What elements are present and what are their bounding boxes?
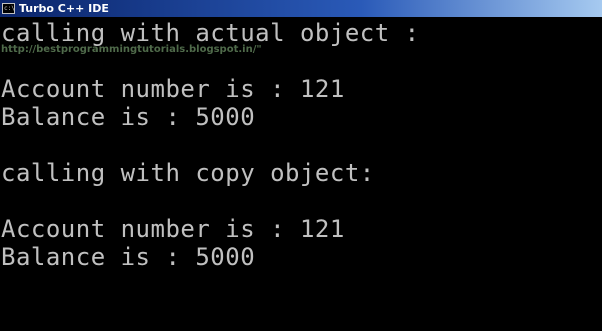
console-window: c:\ Turbo C++ IDE calling with actual ob…	[0, 0, 602, 331]
output-line-calling-copy: calling with copy object:	[1, 159, 375, 187]
output-line-account-2: Account number is : 121	[1, 215, 345, 243]
console-icon: c:\	[2, 3, 15, 14]
output-line-account-1: Account number is : 121	[1, 75, 345, 103]
output-line-balance-1: Balance is : 5000	[1, 103, 256, 131]
watermark-url: http://bestprogrammingtutorials.blogspot…	[1, 44, 262, 55]
window-title: Turbo C++ IDE	[19, 2, 109, 15]
title-bar[interactable]: c:\ Turbo C++ IDE	[0, 0, 602, 17]
console-output: calling with actual object : http://best…	[0, 17, 602, 331]
output-line-calling-actual: calling with actual object :	[1, 19, 420, 47]
output-line-balance-2: Balance is : 5000	[1, 243, 256, 271]
